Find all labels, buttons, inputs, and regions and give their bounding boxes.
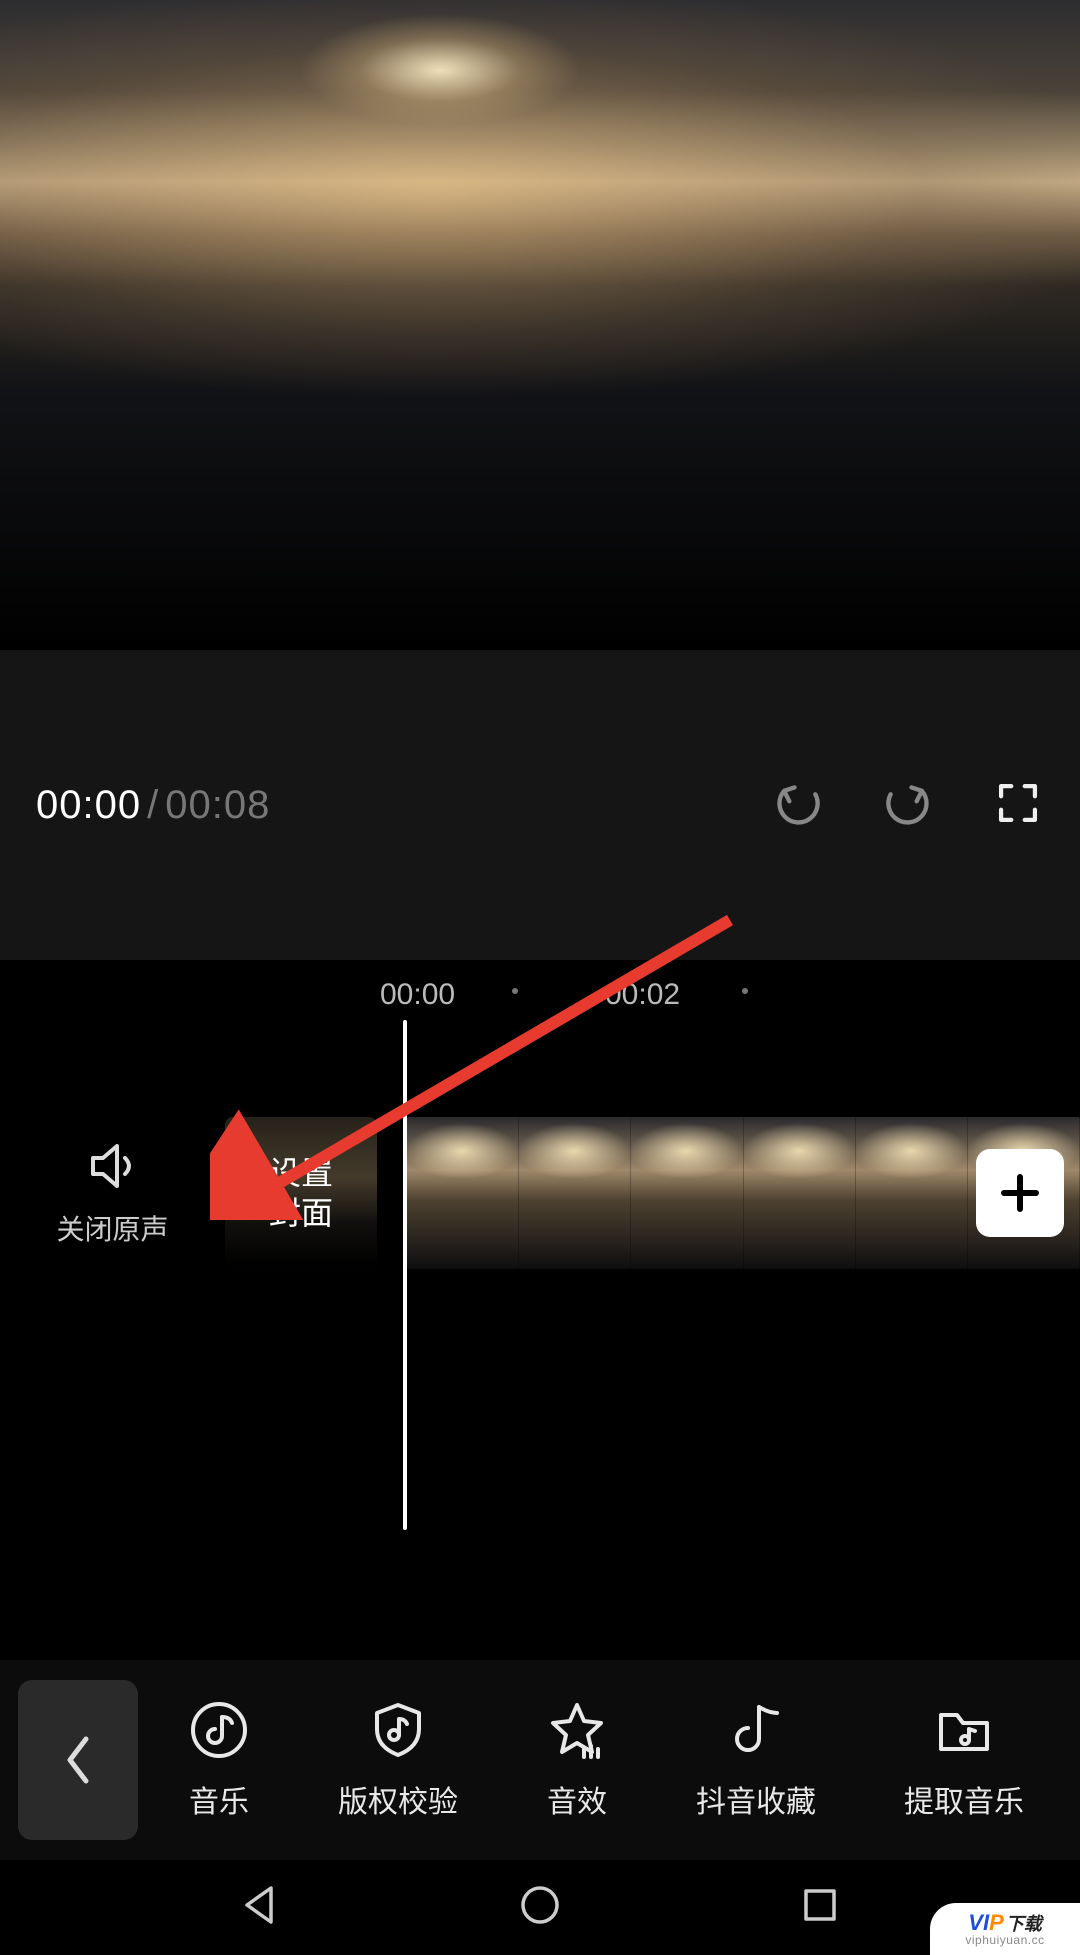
music-disc-icon (188, 1699, 250, 1761)
toolbar-back-button[interactable] (18, 1680, 138, 1840)
time-display: 00:00/00:08 (36, 783, 270, 828)
clip-thumb (407, 1117, 519, 1269)
toolbar-music[interactable]: 音乐 (188, 1699, 250, 1821)
chevron-left-icon (62, 1733, 94, 1787)
timeline[interactable]: 00:00 00:02 关闭原声 设置 封面 (0, 960, 1080, 1660)
toolbar-douyin-favorites[interactable]: 抖音收藏 (696, 1699, 816, 1821)
video-preview[interactable] (0, 0, 1080, 650)
nav-recents[interactable] (797, 1882, 843, 1933)
playhead[interactable] (403, 1020, 407, 1530)
ruler-mark-0: 00:00 (380, 978, 455, 1012)
undo-button[interactable] (772, 781, 824, 830)
nav-home[interactable] (517, 1882, 563, 1933)
toolbar-label: 版权校验 (338, 1777, 458, 1821)
system-nav-bar (0, 1860, 1080, 1955)
ruler-tick (742, 988, 748, 994)
shield-music-icon (367, 1699, 429, 1761)
playback-controls: 00:00/00:08 (0, 650, 1080, 960)
toolbar-sound-effect[interactable]: 音效 (546, 1699, 608, 1821)
toolbar-copyright-check[interactable]: 版权校验 (338, 1699, 458, 1821)
timeline-ruler: 00:00 00:02 (0, 978, 1080, 1018)
time-separator: / (141, 783, 165, 827)
toolbar-label: 音乐 (189, 1777, 249, 1821)
ruler-mark-2: 00:02 (605, 978, 680, 1012)
tiktok-note-icon (725, 1699, 787, 1761)
clip-thumb (856, 1117, 968, 1269)
clip-thumb (519, 1117, 631, 1269)
clip-track: 关闭原声 设置 封面 (0, 1108, 1080, 1278)
toolbar-extract-music[interactable]: 提取音乐 (904, 1699, 1024, 1821)
time-duration: 00:08 (165, 783, 270, 827)
ruler-tick (512, 988, 518, 994)
time-current: 00:00 (36, 783, 141, 827)
toolbar-label: 提取音乐 (904, 1777, 1024, 1821)
cover-label: 设置 封面 (269, 1153, 333, 1233)
bottom-toolbar: 音乐 版权校验 音效 抖音收藏 提取音乐 (0, 1660, 1080, 1860)
fullscreen-button[interactable] (992, 781, 1044, 830)
toolbar-label: 抖音收藏 (696, 1777, 816, 1821)
clip-thumb (631, 1117, 743, 1269)
play-button[interactable] (466, 779, 576, 831)
redo-button[interactable] (882, 781, 934, 830)
set-cover-button[interactable]: 设置 封面 (225, 1117, 377, 1269)
speaker-icon (85, 1138, 141, 1194)
preview-still (0, 0, 1080, 650)
plus-icon (1000, 1173, 1040, 1213)
toolbar-label: 音效 (547, 1777, 607, 1821)
mute-original-button[interactable]: 关闭原声 (0, 1138, 225, 1248)
mute-label: 关闭原声 (56, 1208, 168, 1248)
clip-thumb (744, 1117, 856, 1269)
watermark-badge: VIP下载 viphuiyuan.cc (930, 1903, 1080, 1955)
add-clip-button[interactable] (976, 1149, 1064, 1237)
star-bars-icon (546, 1699, 608, 1761)
folder-note-icon (933, 1699, 995, 1761)
nav-back[interactable] (237, 1882, 283, 1933)
